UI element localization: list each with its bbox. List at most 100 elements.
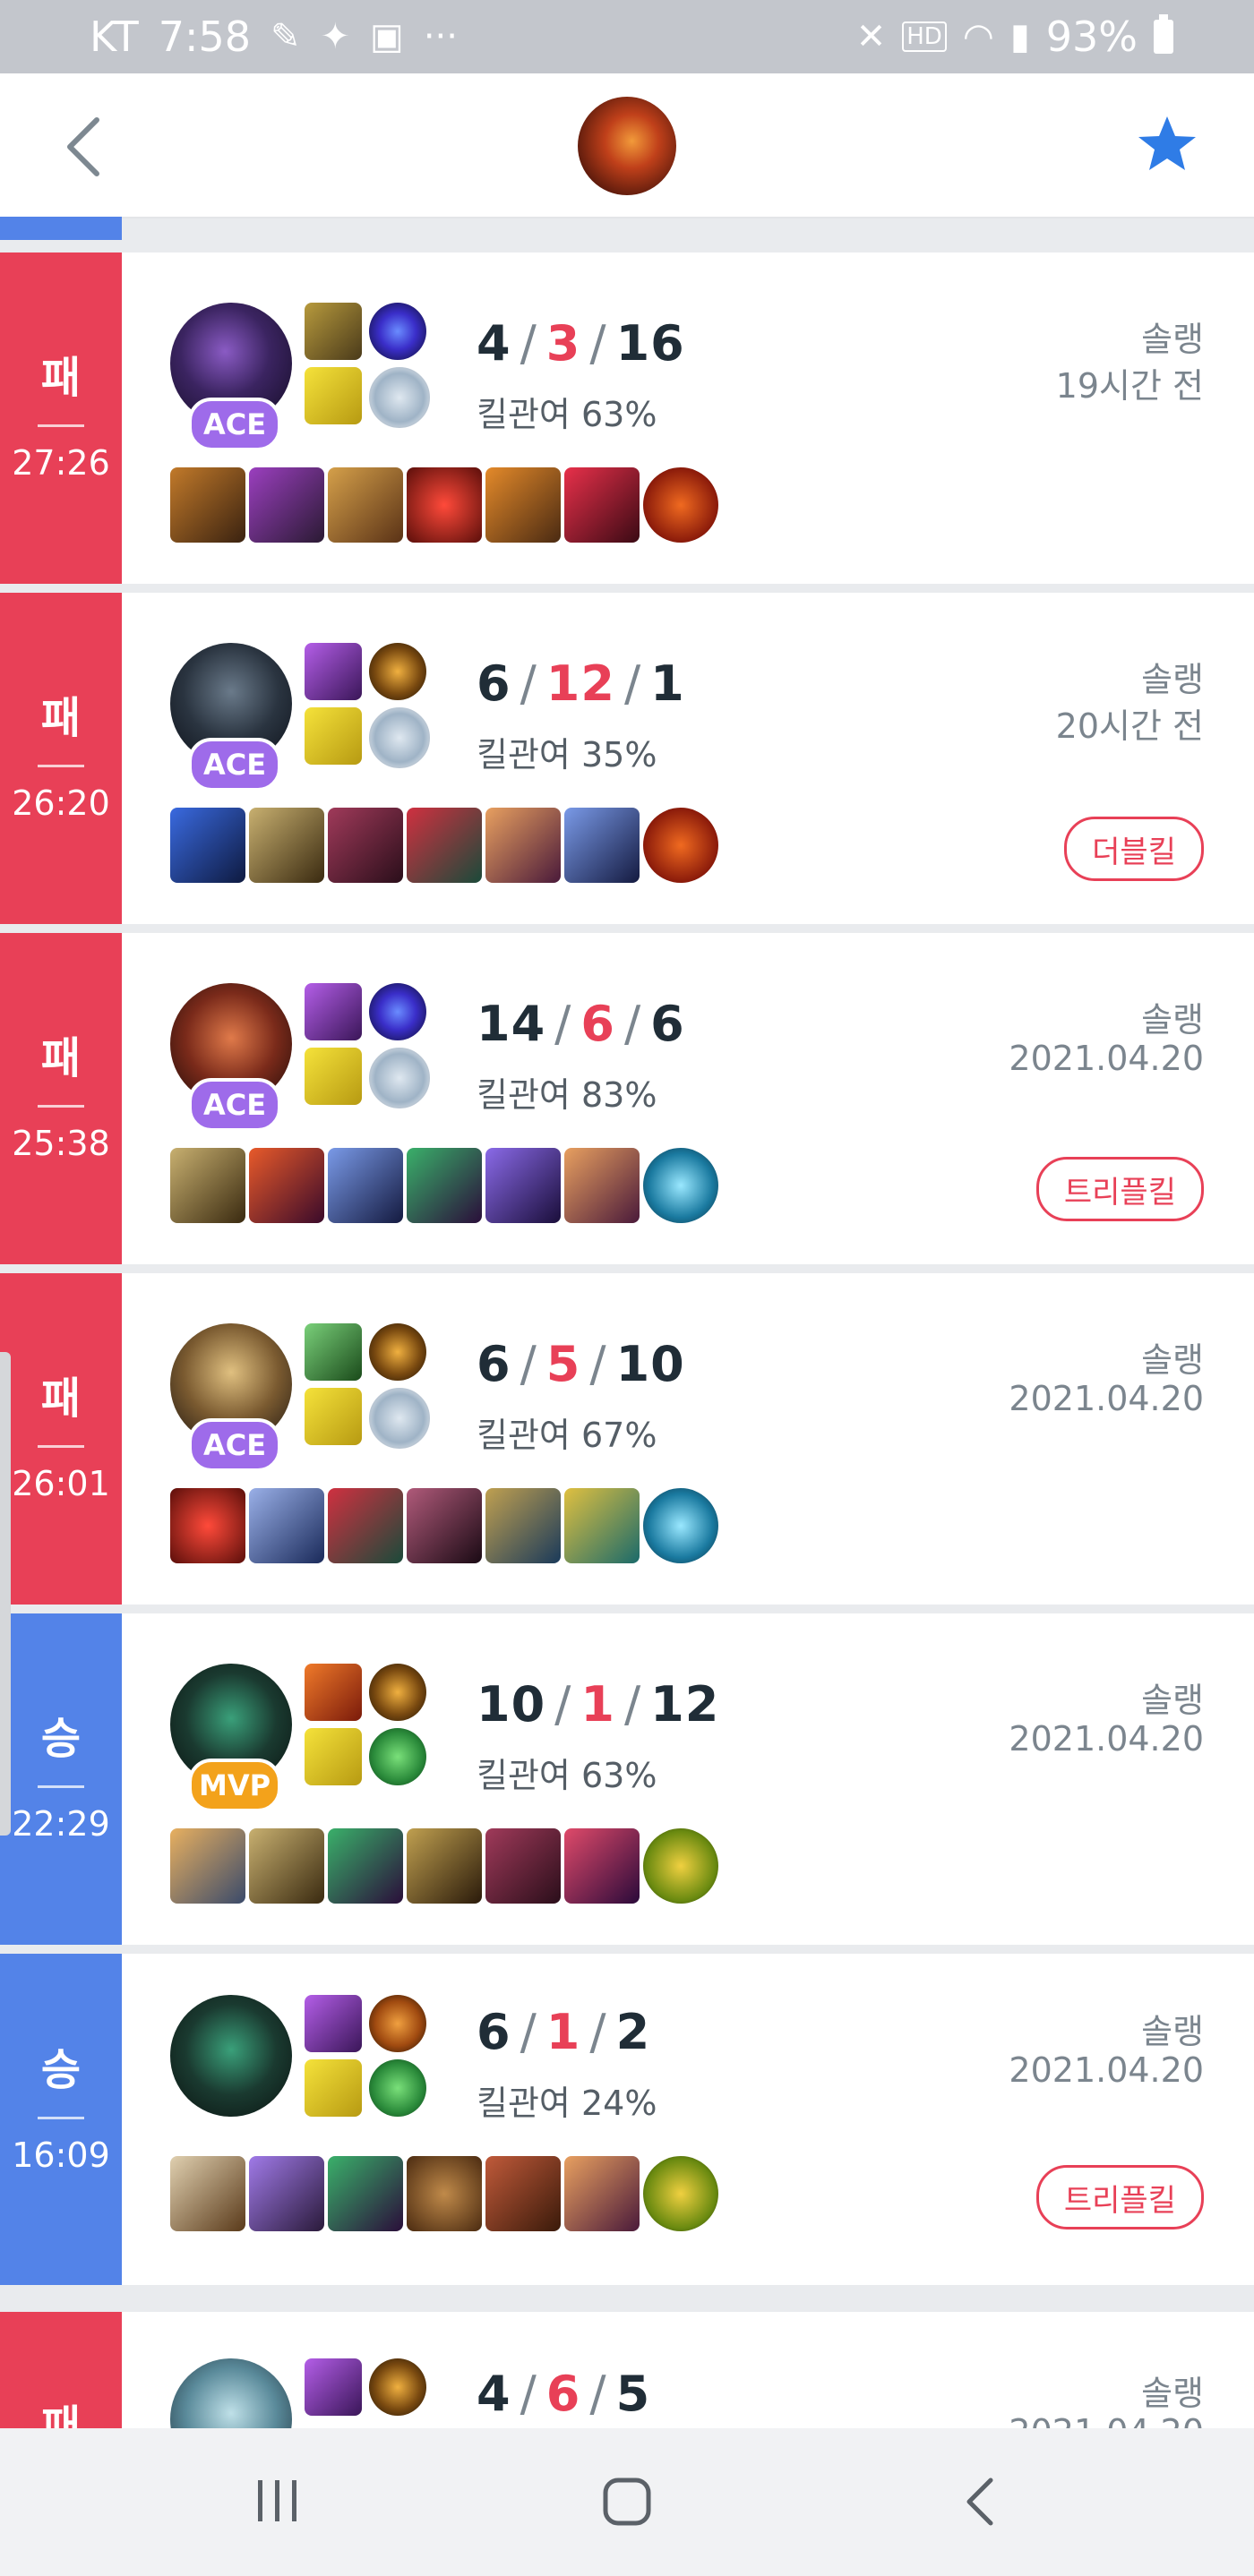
time-ago: 2021.04.20 <box>1009 1039 1204 1078</box>
result-label: 패 <box>40 1374 82 1424</box>
assists: 10 <box>615 1336 685 1392</box>
match-card[interactable]: 승 22:29 MVP 10/1/12 킬관여 63% 솔랭 2021.04.2… <box>0 1613 1254 1945</box>
game-duration: 26:20 <box>12 783 110 823</box>
item-slot-icon <box>564 1828 640 1904</box>
rune-secondary-icon <box>369 367 430 428</box>
kills: 6 <box>477 655 511 712</box>
item-slot-icon <box>170 2156 245 2231</box>
kill-participation: 킬관여 63% <box>477 1756 657 1795</box>
spell-flash-icon <box>305 367 362 424</box>
kills: 4 <box>477 315 511 372</box>
kill-participation: 킬관여 67% <box>477 1416 657 1455</box>
item-slot-icon <box>407 808 482 883</box>
spell-flash-icon <box>305 2059 362 2117</box>
queue-type: 솔랭 <box>1141 320 1204 359</box>
assists: 16 <box>615 315 685 372</box>
kill-participation: 킬관여 35% <box>477 735 657 775</box>
spell-ignite-icon <box>305 1664 362 1721</box>
item-slot-icon <box>407 2156 482 2231</box>
item-slot-icon <box>407 1488 482 1563</box>
match-card[interactable]: 패 4/6/5 솔랭 2021.04.20 <box>0 2312 1254 2428</box>
item-slot-icon <box>170 1148 245 1223</box>
multikill-badge: 더블킬 <box>1064 817 1204 881</box>
previous-match-edge <box>0 217 122 240</box>
match-card[interactable]: 패 26:20 ACE 6/12/1 킬관여 35% 솔랭 20시간 전 더블킬 <box>0 593 1254 924</box>
result-label: 패 <box>40 353 82 403</box>
recent-apps-icon[interactable] <box>254 2473 301 2529</box>
game-duration: 16:09 <box>12 2135 110 2175</box>
kda-score: 10/1/12 <box>477 1676 720 1733</box>
rune-secondary-icon <box>369 2059 426 2117</box>
item-slot-icon <box>249 1488 324 1563</box>
item-slot-icon <box>485 1488 561 1563</box>
item-slot-icon <box>564 467 640 543</box>
multikill-badge: 트리플킬 <box>1035 1157 1204 1221</box>
item-slot-icon <box>407 1828 482 1904</box>
trinket-icon <box>643 1488 718 1563</box>
kills: 6 <box>477 2004 511 2060</box>
assists: 2 <box>615 2004 651 2060</box>
item-slot-icon <box>485 1828 561 1904</box>
mute-icon: ✕ <box>855 16 887 57</box>
result-bar: 승 16:09 <box>0 1954 122 2285</box>
signal-icon: ▮ <box>1009 16 1030 57</box>
deaths: 6 <box>545 2366 581 2422</box>
kills: 4 <box>477 2366 511 2422</box>
match-card[interactable]: 패 27:26 ACE 4/3/16 킬관여 63% 솔랭 19시간 전 <box>0 252 1254 584</box>
item-row <box>170 467 718 543</box>
back-arrow-icon[interactable] <box>57 111 111 183</box>
result-bar: 패 26:20 <box>0 593 122 924</box>
match-card[interactable]: 패 25:38 ACE 14/6/6 킬관여 83% 솔랭 2021.04.20… <box>0 933 1254 1264</box>
spell-teleport-icon <box>305 2358 362 2416</box>
kda-score: 4/3/16 <box>477 315 685 372</box>
result-label: 승 <box>40 1714 82 1764</box>
favorite-star-icon[interactable] <box>1136 113 1198 175</box>
status-left: KT 7:58 ✎ ✦ ▣ ··· <box>90 0 458 73</box>
item-slot-icon <box>170 1828 245 1904</box>
queue-type: 솔랭 <box>1141 1340 1204 1380</box>
multikill-badge: 트리플킬 <box>1035 2165 1204 2229</box>
home-icon[interactable] <box>602 2477 652 2527</box>
deaths: 5 <box>545 1336 581 1392</box>
queue-type: 솔랭 <box>1141 2012 1204 2051</box>
battery-icon <box>1154 14 1173 54</box>
back-icon[interactable] <box>960 2475 1000 2529</box>
item-row <box>170 808 718 883</box>
carrier-label: KT <box>90 13 139 61</box>
trinket-icon <box>643 2156 718 2231</box>
item-slot-icon <box>485 2156 561 2231</box>
item-slot-icon <box>170 1488 245 1563</box>
deaths: 6 <box>580 996 615 1052</box>
assists: 1 <box>650 655 685 712</box>
item-slot-icon <box>485 467 561 543</box>
match-card[interactable]: 승 16:09 6/1/2 킬관여 24% 솔랭 2021.04.20 트리플킬 <box>0 1954 1254 2285</box>
item-slot-icon <box>328 808 403 883</box>
hd-icon: HD <box>902 21 947 52</box>
match-card[interactable]: 패 26:01 ACE 6/5/10 킬관여 67% 솔랭 2021.04.20 <box>0 1273 1254 1605</box>
item-slot-icon <box>564 1488 640 1563</box>
ace-badge: ACE <box>188 1418 281 1472</box>
champion-portrait[interactable] <box>170 2358 292 2428</box>
item-row <box>170 1488 718 1563</box>
edge-panel-handle[interactable] <box>0 1352 11 1836</box>
profile-avatar[interactable] <box>578 97 676 195</box>
time-ago: 20시간 전 <box>1055 706 1204 746</box>
item-row <box>170 1148 718 1223</box>
item-slot-icon <box>564 2156 640 2231</box>
item-slot-icon <box>249 2156 324 2231</box>
rune-keystone-icon <box>369 1995 426 2052</box>
champion-portrait[interactable] <box>170 1995 292 2117</box>
spell-teleport-icon <box>305 1995 362 2052</box>
queue-type: 솔랭 <box>1141 1000 1204 1040</box>
spell-flash-icon <box>305 1388 362 1445</box>
deaths: 3 <box>545 315 581 372</box>
item-slot-icon <box>485 808 561 883</box>
spell-flash-icon <box>305 1048 362 1105</box>
mvp-badge: MVP <box>188 1759 281 1812</box>
result-label: 패 <box>40 2401 82 2428</box>
assists: 12 <box>650 1676 720 1733</box>
deaths: 1 <box>545 2004 581 2060</box>
assists: 6 <box>650 996 685 1052</box>
game-duration: 25:38 <box>12 1124 110 1163</box>
item-slot-icon <box>249 1828 324 1904</box>
